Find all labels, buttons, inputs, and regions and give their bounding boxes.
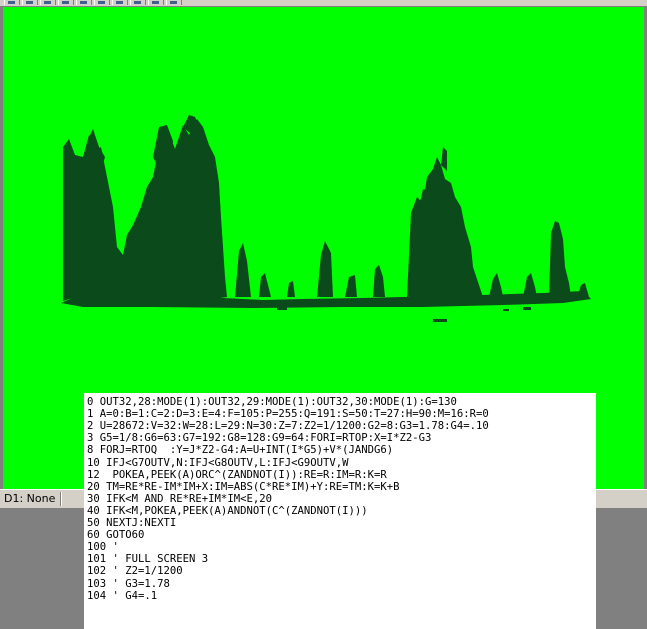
code-line: 50 NEXTJ:NEXTI: [87, 517, 177, 529]
code-line: 8 FORJ=RTOQ :Y=J*Z2-G4:A=U+INT(I*G5)+V*(…: [87, 444, 394, 457]
undo-icon[interactable]: [112, 0, 128, 5]
basic-program-listing[interactable]: 0 OUT32,28:MODE(1):OUT32,29:MODE(1):OUT3…: [84, 393, 596, 629]
code-line: 101 ' FULL SCREEN 3: [87, 553, 209, 566]
code-line: 1 A=0:B=1:C=2:D=3:E=4:F=105:P=255:Q=191:…: [87, 408, 489, 421]
code-line: 103 ' G3=1.78: [87, 577, 170, 590]
status-divider: [60, 492, 62, 506]
help-icon[interactable]: [166, 0, 182, 5]
paste-icon[interactable]: [94, 0, 110, 5]
code-line: 100 ': [87, 541, 119, 554]
code-line: 60 GOTO60: [87, 529, 145, 542]
cut-icon[interactable]: [58, 0, 74, 5]
code-line: 12 POKEA,PEEK(A)ORC^(ZANDNOT(I)):RE=R:IM…: [87, 468, 387, 481]
code-line: 0 OUT32,28:MODE(1):OUT32,29:MODE(1):OUT3…: [87, 396, 457, 408]
code-line: 40 IFK<M,POKEA,PEEK(A)ANDNOT(C^(ZANDNOT(…: [87, 504, 368, 517]
open-icon[interactable]: [22, 0, 38, 5]
code-line: 20 TM=RE*RE-IM*IM+X:IM=ABS(C*RE*IM)+Y:RE…: [87, 480, 400, 493]
code-line: 102 ' Z2=1/1200: [87, 565, 183, 578]
toolbar: [0, 0, 647, 7]
stop-icon[interactable]: [148, 0, 164, 5]
code-line: 30 IFK<M AND RE*RE+IM*IM<E,20: [87, 492, 272, 505]
code-line: 104 ' G4=.1: [87, 589, 158, 602]
code-line: 2 U=28672:V=32:W=28:L=29:N=30:Z=7:Z2=1/1…: [87, 420, 489, 433]
new-icon[interactable]: [4, 0, 20, 5]
code-line: 3 G5=1/8:G6=63:G7=192:G8=128:G9=64:FORI=…: [87, 432, 432, 445]
save-icon[interactable]: [40, 0, 56, 5]
code-line: 10 IFJ<G7OUTV,N:IFJ<G8OUTV,L:IFJ<G9OUTV,…: [87, 456, 349, 469]
copy-icon[interactable]: [76, 0, 92, 5]
status-disk-label: D1: None: [4, 492, 56, 505]
run-icon[interactable]: [130, 0, 146, 5]
